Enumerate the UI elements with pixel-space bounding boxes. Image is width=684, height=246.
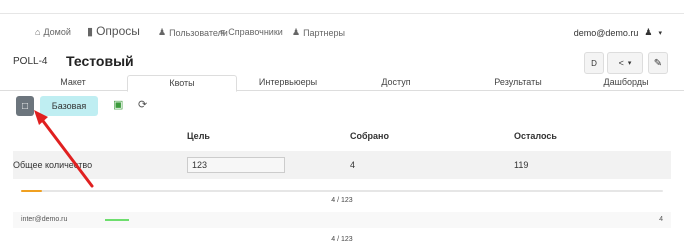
annotation-arrow xyxy=(34,110,94,188)
